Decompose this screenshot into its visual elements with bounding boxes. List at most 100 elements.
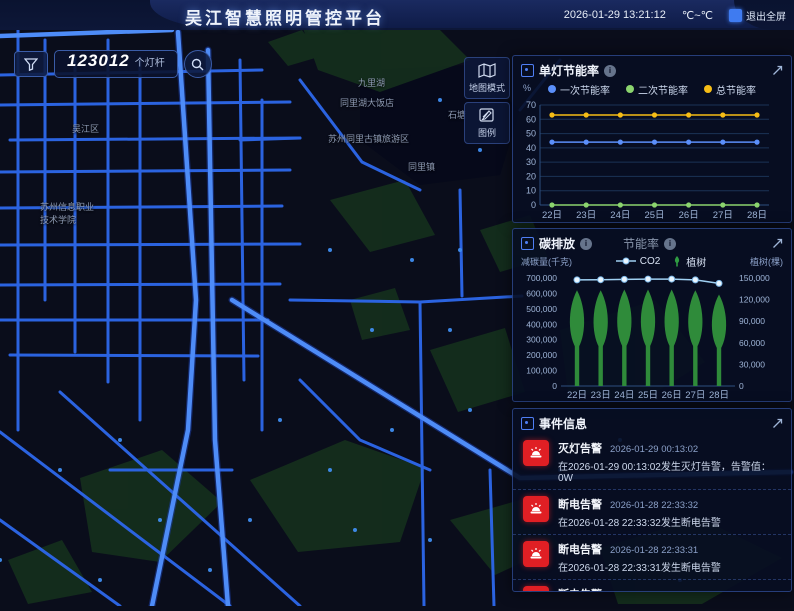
legend-item-secondary[interactable]: 二次节能率 <box>626 82 688 97</box>
map-icon <box>478 63 496 78</box>
svg-text:50: 50 <box>526 129 536 139</box>
svg-text:30,000: 30,000 <box>739 359 765 369</box>
svg-text:60: 60 <box>526 114 536 124</box>
event-item[interactable]: 灭灯告警 2026-01-29 00:13:02 在2026-01-29 00:… <box>513 434 791 490</box>
panel-carbon-emission: 碳排放 i 节能率 i 减碳量(千克) CO2 植树 植树(棵) 0 100,00… <box>512 228 792 402</box>
svg-text:23日: 23日 <box>591 390 611 401</box>
legend-label: 一次节能率 <box>560 82 610 97</box>
event-item[interactable]: 断电告警 2026-01-28 22:33:31 在2026-01-28 22:… <box>513 580 791 592</box>
events-panel-title: 事件信息 <box>539 415 587 432</box>
panel-marker-icon <box>521 64 534 77</box>
event-time: 2026-01-28 22:33:31 <box>610 545 698 556</box>
legend-label: 植树 <box>686 254 706 269</box>
legend-icon <box>479 108 495 123</box>
header-datetime: 2026-01-29 13:21:12 <box>564 9 666 21</box>
lamp-pole-count-value: 123012 <box>67 51 130 71</box>
svg-text:27日: 27日 <box>713 210 733 221</box>
info-icon[interactable]: i <box>580 238 592 250</box>
svg-text:27日: 27日 <box>685 390 705 401</box>
expand-icon[interactable] <box>772 418 783 429</box>
svg-text:22日: 22日 <box>542 210 562 221</box>
svg-text:300,000: 300,000 <box>526 335 557 345</box>
event-description: 在2026-01-28 22:33:32发生断电告警 <box>558 514 721 529</box>
svg-text:22日: 22日 <box>567 390 587 401</box>
map-place-label: 苏州同里古镇旅游区 <box>328 132 409 145</box>
energy-chart-svg: 01020304050607022日23日24日25日26日27日28日 <box>513 97 781 223</box>
tree-icon <box>672 256 682 267</box>
alarm-icon <box>523 440 549 466</box>
map-legend-button[interactable]: 图例 <box>464 102 510 144</box>
map-mode-button[interactable]: 地图模式 <box>464 57 510 99</box>
map-place-label: 九里湖 <box>358 76 385 89</box>
carbon-tree-chart: 0 100,000 200,000 300,000 400,000 500,000 600,… <box>513 268 791 402</box>
co2-line-icon <box>616 257 636 265</box>
lamp-pole-count-unit: 个灯杆 <box>135 54 165 69</box>
legend-dot-blue <box>548 85 556 93</box>
exit-fullscreen-button[interactable]: 退出全屏 <box>729 8 786 23</box>
energy-line-chart: 01020304050607022日23日24日25日26日27日28日 <box>513 97 791 223</box>
y-axis-unit: % <box>523 83 531 93</box>
legend-label: CO2 <box>640 256 661 267</box>
energy-panel-title: 单灯节能率 <box>539 62 599 79</box>
panel-marker-icon <box>521 237 534 250</box>
svg-text:400,000: 400,000 <box>526 319 557 329</box>
header-bar: 吴江智慧照明管控平台 2026-01-29 13:21:12 ℃~℃ 退出全屏 <box>0 0 794 30</box>
legend-item-primary[interactable]: 一次节能率 <box>548 82 610 97</box>
svg-text:23日: 23日 <box>576 210 596 221</box>
map-place-label: 吴江区 <box>72 122 99 135</box>
svg-text:70: 70 <box>526 100 536 110</box>
right-axis-label: 植树(棵) <box>750 255 783 268</box>
svg-text:40: 40 <box>526 143 536 153</box>
event-title: 断电告警 <box>558 586 602 592</box>
panel-single-lamp-energy: 单灯节能率 i % 一次节能率 二次节能率 总节能率 0 10 20 30 40 50 60… <box>512 55 792 223</box>
event-time: 2026-01-28 22:33:31 <box>610 590 698 592</box>
panel-event-info: 事件信息 灭灯告警 2026-01-29 00:13:02 在2026-01-2… <box>512 408 792 592</box>
legend-item-tree[interactable]: 植树 <box>672 254 706 269</box>
svg-text:20: 20 <box>526 171 536 181</box>
info-icon[interactable]: i <box>664 238 676 250</box>
svg-text:600,000: 600,000 <box>526 288 557 298</box>
svg-text:28日: 28日 <box>747 210 767 221</box>
filter-button[interactable] <box>14 51 48 77</box>
tab-carbon[interactable]: 碳排放 <box>539 235 575 252</box>
left-axis-label: 减碳量(千克) <box>521 255 572 268</box>
alarm-icon <box>523 586 549 592</box>
legend-label: 总节能率 <box>716 82 756 97</box>
svg-text:0: 0 <box>739 381 744 391</box>
alarm-icon <box>523 496 549 522</box>
event-description: 在2026-01-28 22:33:31发生断电告警 <box>558 559 721 574</box>
expand-icon[interactable] <box>772 238 783 249</box>
legend-dot-yellow <box>704 85 712 93</box>
svg-text:0: 0 <box>531 200 536 210</box>
alarm-icon <box>523 541 549 567</box>
svg-text:0: 0 <box>552 381 557 391</box>
info-icon[interactable]: i <box>604 65 616 77</box>
legend-item-co2[interactable]: CO2 <box>616 256 661 267</box>
event-time: 2026-01-28 22:33:32 <box>610 500 698 511</box>
expand-icon[interactable] <box>772 65 783 76</box>
svg-text:500,000: 500,000 <box>526 304 557 314</box>
svg-text:120,000: 120,000 <box>739 295 770 305</box>
svg-text:10: 10 <box>526 186 536 196</box>
map-place-label: 苏州信息职业技术学院 <box>40 200 100 226</box>
event-item[interactable]: 断电告警 2026-01-28 22:33:32 在2026-01-28 22:… <box>513 490 791 535</box>
svg-text:30: 30 <box>526 157 536 167</box>
svg-text:25日: 25日 <box>644 210 664 221</box>
svg-text:90,000: 90,000 <box>739 316 765 326</box>
lamp-pole-count[interactable]: 123012 个灯杆 <box>54 50 178 78</box>
legend-item-total[interactable]: 总节能率 <box>704 82 756 97</box>
svg-text:24日: 24日 <box>614 390 634 401</box>
event-item[interactable]: 断电告警 2026-01-28 22:33:31 在2026-01-28 22:… <box>513 535 791 580</box>
svg-text:25日: 25日 <box>638 390 658 401</box>
svg-text:150,000: 150,000 <box>739 273 770 283</box>
exit-fullscreen-label: 退出全屏 <box>746 8 786 23</box>
event-title: 断电告警 <box>558 541 602 557</box>
header-temperature: ℃~℃ <box>682 9 713 22</box>
svg-text:100,000: 100,000 <box>526 366 557 376</box>
svg-text:24日: 24日 <box>610 210 630 221</box>
svg-text:200,000: 200,000 <box>526 350 557 360</box>
tab-energy-rate[interactable]: 节能率 <box>623 235 659 252</box>
search-button[interactable] <box>184 50 212 78</box>
map-mode-label: 地图模式 <box>469 81 505 94</box>
page-title: 吴江智慧照明管控平台 <box>185 4 385 29</box>
